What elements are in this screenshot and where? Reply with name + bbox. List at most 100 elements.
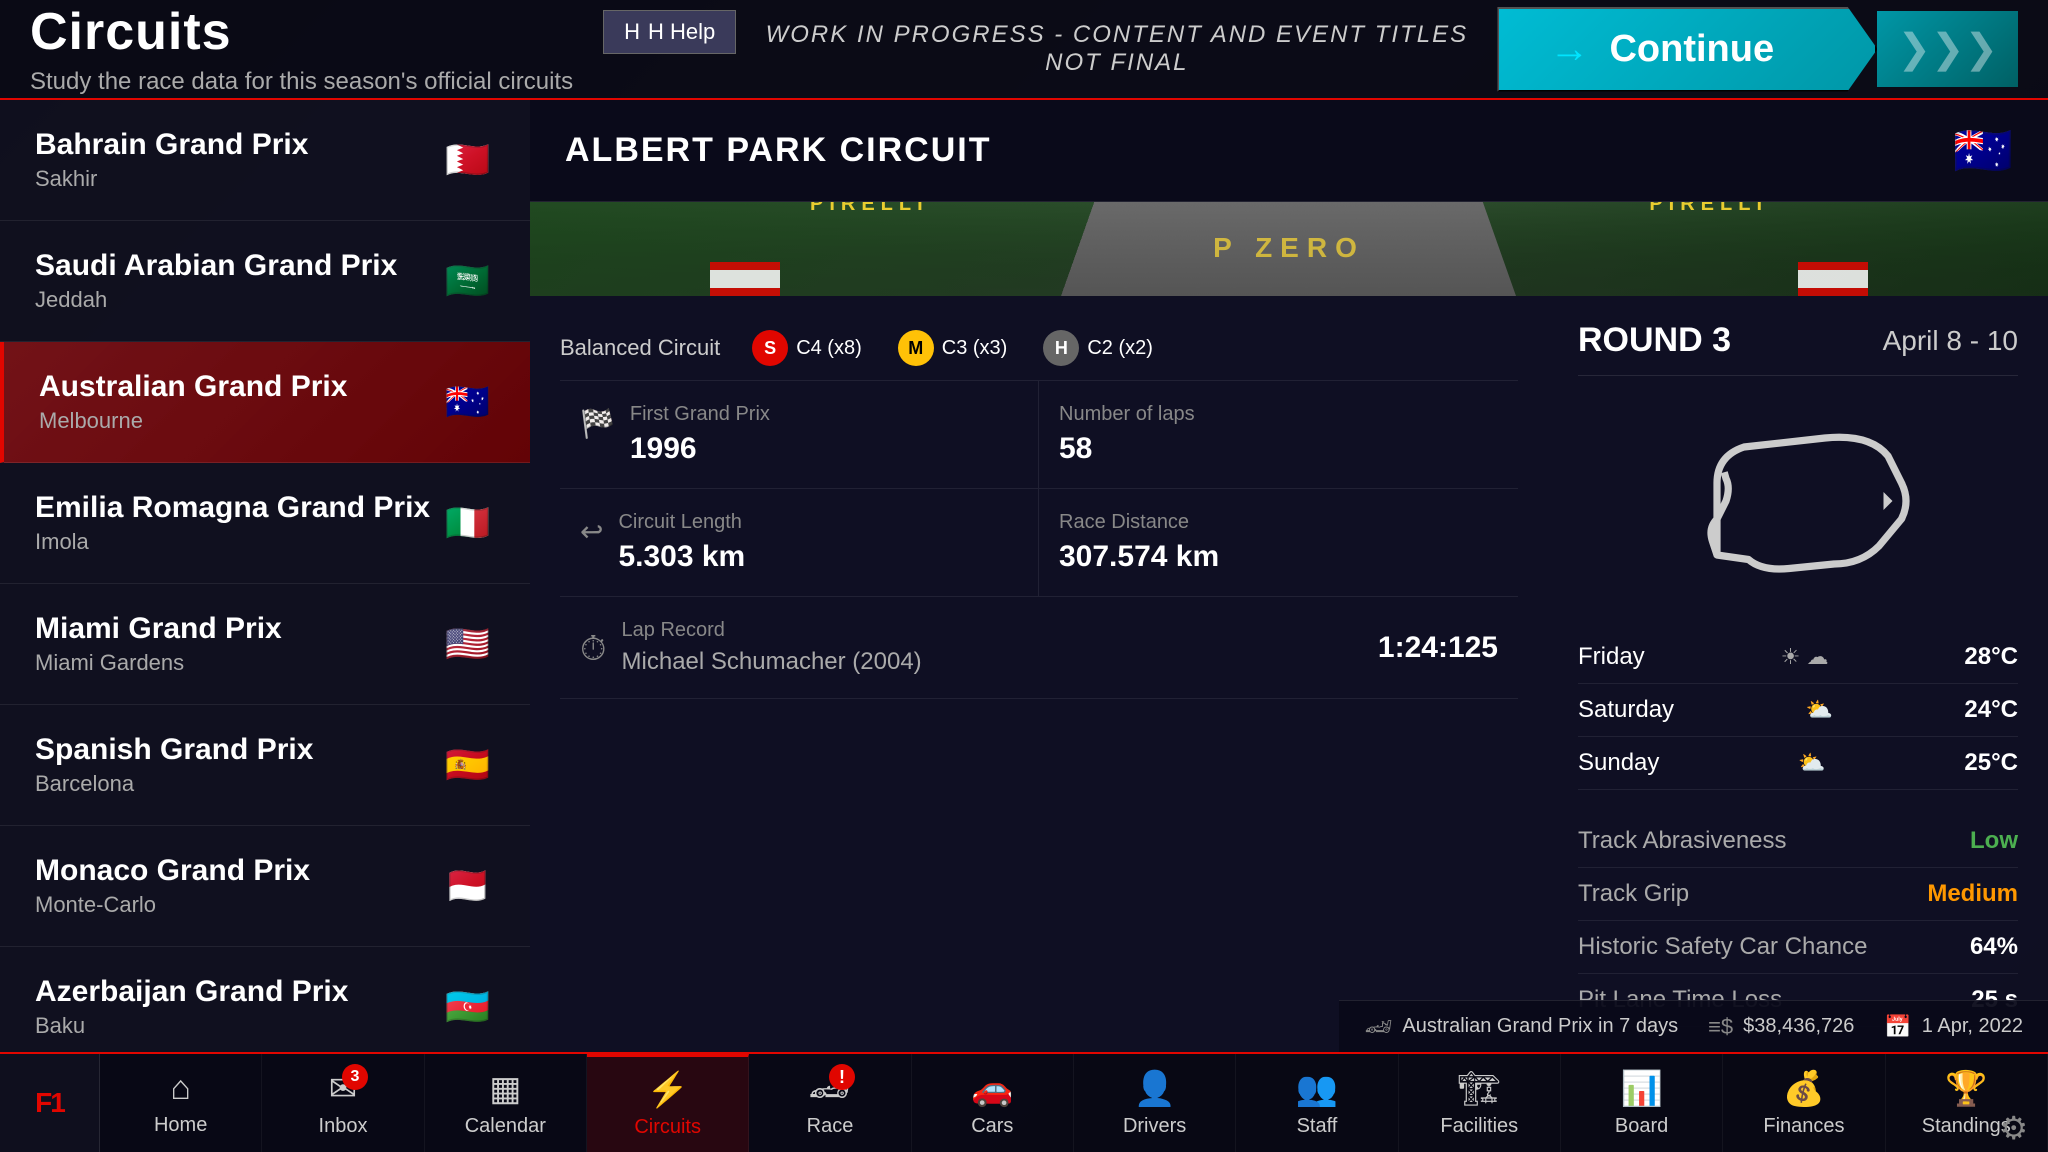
circuit-city: Miami Gardens (35, 650, 282, 676)
friday-label: Friday (1578, 643, 1645, 671)
weather-section: Friday ☀ ☁ 28°C Saturday ⛅ 24°C Sunday ⛅… (1578, 631, 2018, 790)
circuit-flag: 🇮🇹 (440, 502, 495, 544)
stat-laps: Number of laps 58 (1039, 381, 1518, 489)
status-money: ≡$ $38,436,726 (1708, 1014, 1854, 1040)
barrier-left (710, 262, 780, 296)
first-gp-value: 1996 (630, 432, 770, 466)
nav-finances[interactable]: 💰 Finances (1723, 1054, 1885, 1152)
lap-record-time: 1:24:125 (1378, 631, 1498, 665)
weather-friday: Friday ☀ ☁ 28°C (1578, 631, 2018, 684)
calendar-nav-icon: ▦ (489, 1069, 521, 1109)
friday-temp: 28°C (1964, 643, 2018, 671)
round-panel: ROUND 3 April 8 - 10 Friday (1548, 296, 2048, 1052)
calendar-icon: 📅 (1884, 1014, 1911, 1040)
nav-inbox[interactable]: ✉ Inbox 3 (262, 1054, 424, 1152)
calendar-label: Calendar (465, 1115, 546, 1138)
circuit-flag: 🇸🇦 (440, 260, 495, 302)
circuit-name: Azerbaijan Grand Prix (35, 975, 348, 1009)
help-button[interactable]: H H Help (603, 10, 736, 54)
circuit-item-azerbaijan[interactable]: Azerbaijan Grand Prix Baku 🇦🇿 (0, 947, 530, 1052)
track-abrasiveness-row: Track Abrasiveness Low (1578, 815, 2018, 868)
standings-icon: 🏆 (1945, 1069, 1987, 1109)
abrasiveness-value: Low (1970, 827, 2018, 855)
track-grip-row: Track Grip Medium (1578, 868, 2018, 921)
cars-icon: 🚗 (971, 1069, 1013, 1109)
distance-label: Race Distance (1059, 511, 1498, 534)
circuits-icon: ⚡ (646, 1070, 688, 1110)
circuit-city: Baku (35, 1013, 348, 1039)
length-value: 5.303 km (618, 540, 745, 574)
stopwatch-icon: ⏱ (580, 630, 607, 669)
circuit-flag: 🇲🇨 (440, 865, 495, 907)
page-title: Circuits (30, 2, 573, 62)
top-bar: Circuits Study the race data for this se… (0, 0, 2048, 100)
circuit-item-bahrain[interactable]: Bahrain Grand Prix Sakhir 🇧🇭 (0, 100, 530, 221)
track-stats-section: Track Abrasiveness Low Track Grip Medium… (1578, 815, 2018, 1027)
circuit-item-miami[interactable]: Miami Grand Prix Miami Gardens 🇺🇸 (0, 584, 530, 705)
staff-label: Staff (1297, 1115, 1338, 1138)
continue-button[interactable]: → Continue (1497, 7, 1877, 92)
circuit-name: Bahrain Grand Prix (35, 128, 308, 162)
circuit-name: Monaco Grand Prix (35, 854, 310, 888)
finances-icon: 💰 (1783, 1069, 1825, 1109)
nav-drivers[interactable]: 👤 Drivers (1074, 1054, 1236, 1152)
safety-car-label: Historic Safety Car Chance (1578, 933, 1867, 961)
circuit-city: Jeddah (35, 287, 397, 313)
nav-cars[interactable]: 🚗 Cars (912, 1054, 1074, 1152)
circuit-item-emilia[interactable]: Emilia Romagna Grand Prix Imola 🇮🇹 (0, 463, 530, 584)
circuit-name: Saudi Arabian Grand Prix (35, 249, 397, 283)
circuit-item-monaco[interactable]: Monaco Grand Prix Monte-Carlo 🇲🇨 (0, 826, 530, 947)
track-map-container (1578, 391, 2018, 611)
nav-home[interactable]: ⌂ Home (100, 1054, 262, 1152)
facilities-label: Facilities (1440, 1115, 1518, 1138)
safety-car-value: 64% (1970, 933, 2018, 961)
page-subtitle: Study the race data for this season's of… (30, 68, 573, 96)
saturday-temp: 24°C (1964, 696, 2018, 724)
f1-logo: F1 (35, 1087, 64, 1119)
flag-history-icon: 🏁 (580, 407, 615, 440)
circuit-item-australia[interactable]: Australian Grand Prix Melbourne 🇦🇺 (0, 342, 530, 463)
balanced-circuit-label: Balanced Circuit (560, 335, 720, 361)
status-date: 📅 1 Apr, 2022 (1884, 1014, 2023, 1040)
settings-button[interactable]: ⚙ (1999, 1109, 2028, 1147)
weather-saturday: Saturday ⛅ 24°C (1578, 684, 2018, 737)
nav-items: ⌂ Home ✉ Inbox 3 ▦ Calendar ⚡ Circuits 🏎… (100, 1054, 2048, 1152)
help-icon: H (624, 19, 640, 45)
stats-grid: 🏁 First Grand Prix 1996 Number of laps 5… (560, 381, 1518, 597)
compound-medium-label: C3 (x3) (942, 337, 1008, 360)
circuit-item-spanish[interactable]: Spanish Grand Prix Barcelona 🇪🇸 (0, 705, 530, 826)
safety-car-row: Historic Safety Car Chance 64% (1578, 921, 2018, 974)
race-badge: ! (829, 1064, 855, 1090)
nav-circuits[interactable]: ⚡ Circuits (587, 1054, 749, 1152)
help-label: H Help (648, 19, 715, 45)
board-label: Board (1615, 1115, 1668, 1138)
lap-record-row: ⏱ Lap Record Michael Schumacher (2004) 1… (560, 597, 1518, 699)
sunday-label: Sunday (1578, 749, 1659, 777)
friday-weather-icon: ☀ ☁ (1781, 644, 1829, 670)
lap-record-label: Lap Record (622, 619, 1363, 642)
compound-badges: S C4 (x8) M C3 (x3) H C2 (x2) (752, 330, 1153, 366)
circuit-detail-panel: ALBERT PARK CIRCUIT 🇦🇺 PIRELLI ZERO PIRE… (530, 100, 2048, 1052)
sunday-weather-icon: ⛅ (1798, 750, 1825, 776)
nav-staff[interactable]: 👥 Staff (1236, 1054, 1398, 1152)
sunday-temp: 25°C (1964, 749, 2018, 777)
circuit-stats-left: Balanced Circuit S C4 (x8) M C3 (x3) H C… (530, 296, 1548, 1052)
grip-label: Track Grip (1578, 880, 1689, 908)
f1-logo-container: F1 (0, 1054, 100, 1152)
circuit-city: Sakhir (35, 166, 308, 192)
circuit-detail-name: ALBERT PARK CIRCUIT (565, 131, 991, 170)
status-event: 🏎 Australian Grand Prix in 7 days (1364, 1014, 1678, 1040)
circuit-detail-header: ALBERT PARK CIRCUIT 🇦🇺 (530, 100, 2048, 202)
grip-value: Medium (1927, 880, 2018, 908)
compound-soft-label: C4 (x8) (796, 337, 862, 360)
length-icon: ↩ (580, 515, 603, 548)
chevrons-decoration: ❯❯❯ (1877, 11, 2018, 87)
cars-label: Cars (971, 1115, 1013, 1138)
nav-race[interactable]: 🏎 Race ! (749, 1054, 911, 1152)
nav-board[interactable]: 📊 Board (1561, 1054, 1723, 1152)
circuit-item-saudi[interactable]: Saudi Arabian Grand Prix Jeddah 🇸🇦 (0, 221, 530, 342)
nav-facilities[interactable]: 🏗 Facilities (1399, 1054, 1561, 1152)
finances-label: Finances (1763, 1115, 1844, 1138)
laps-label: Number of laps (1059, 403, 1195, 426)
nav-calendar[interactable]: ▦ Calendar (425, 1054, 587, 1152)
